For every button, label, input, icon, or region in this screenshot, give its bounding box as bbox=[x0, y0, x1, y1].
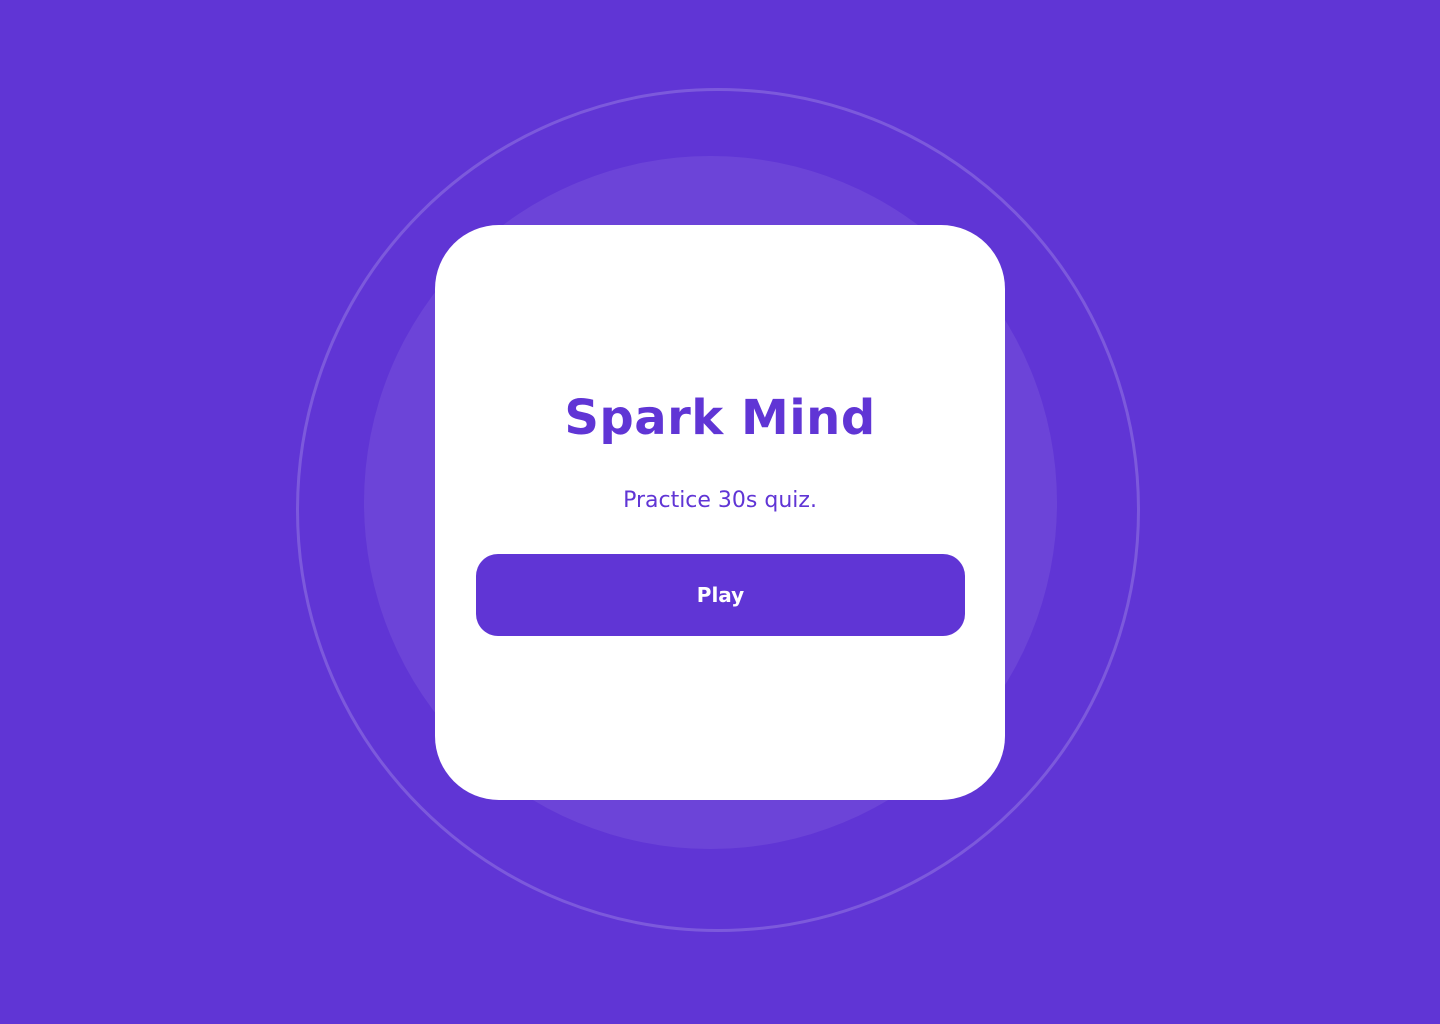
start-screen: Spark Mind Practice 30s quiz. Play bbox=[0, 0, 1440, 1024]
quiz-description: Practice 30s quiz. bbox=[623, 488, 817, 513]
app-title: Spark Mind bbox=[564, 390, 876, 446]
play-button[interactable]: Play bbox=[476, 554, 965, 636]
